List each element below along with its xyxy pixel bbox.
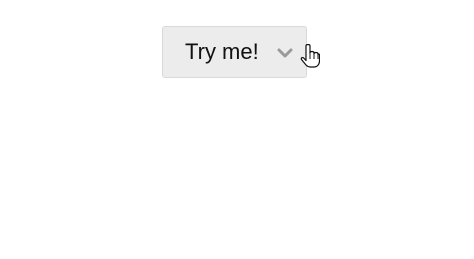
page-canvas: Try me! — [0, 0, 474, 259]
dropdown-label: Try me! — [185, 39, 259, 64]
try-me-dropdown-button[interactable]: Try me! — [162, 26, 307, 78]
chevron-down-icon — [277, 46, 293, 58]
